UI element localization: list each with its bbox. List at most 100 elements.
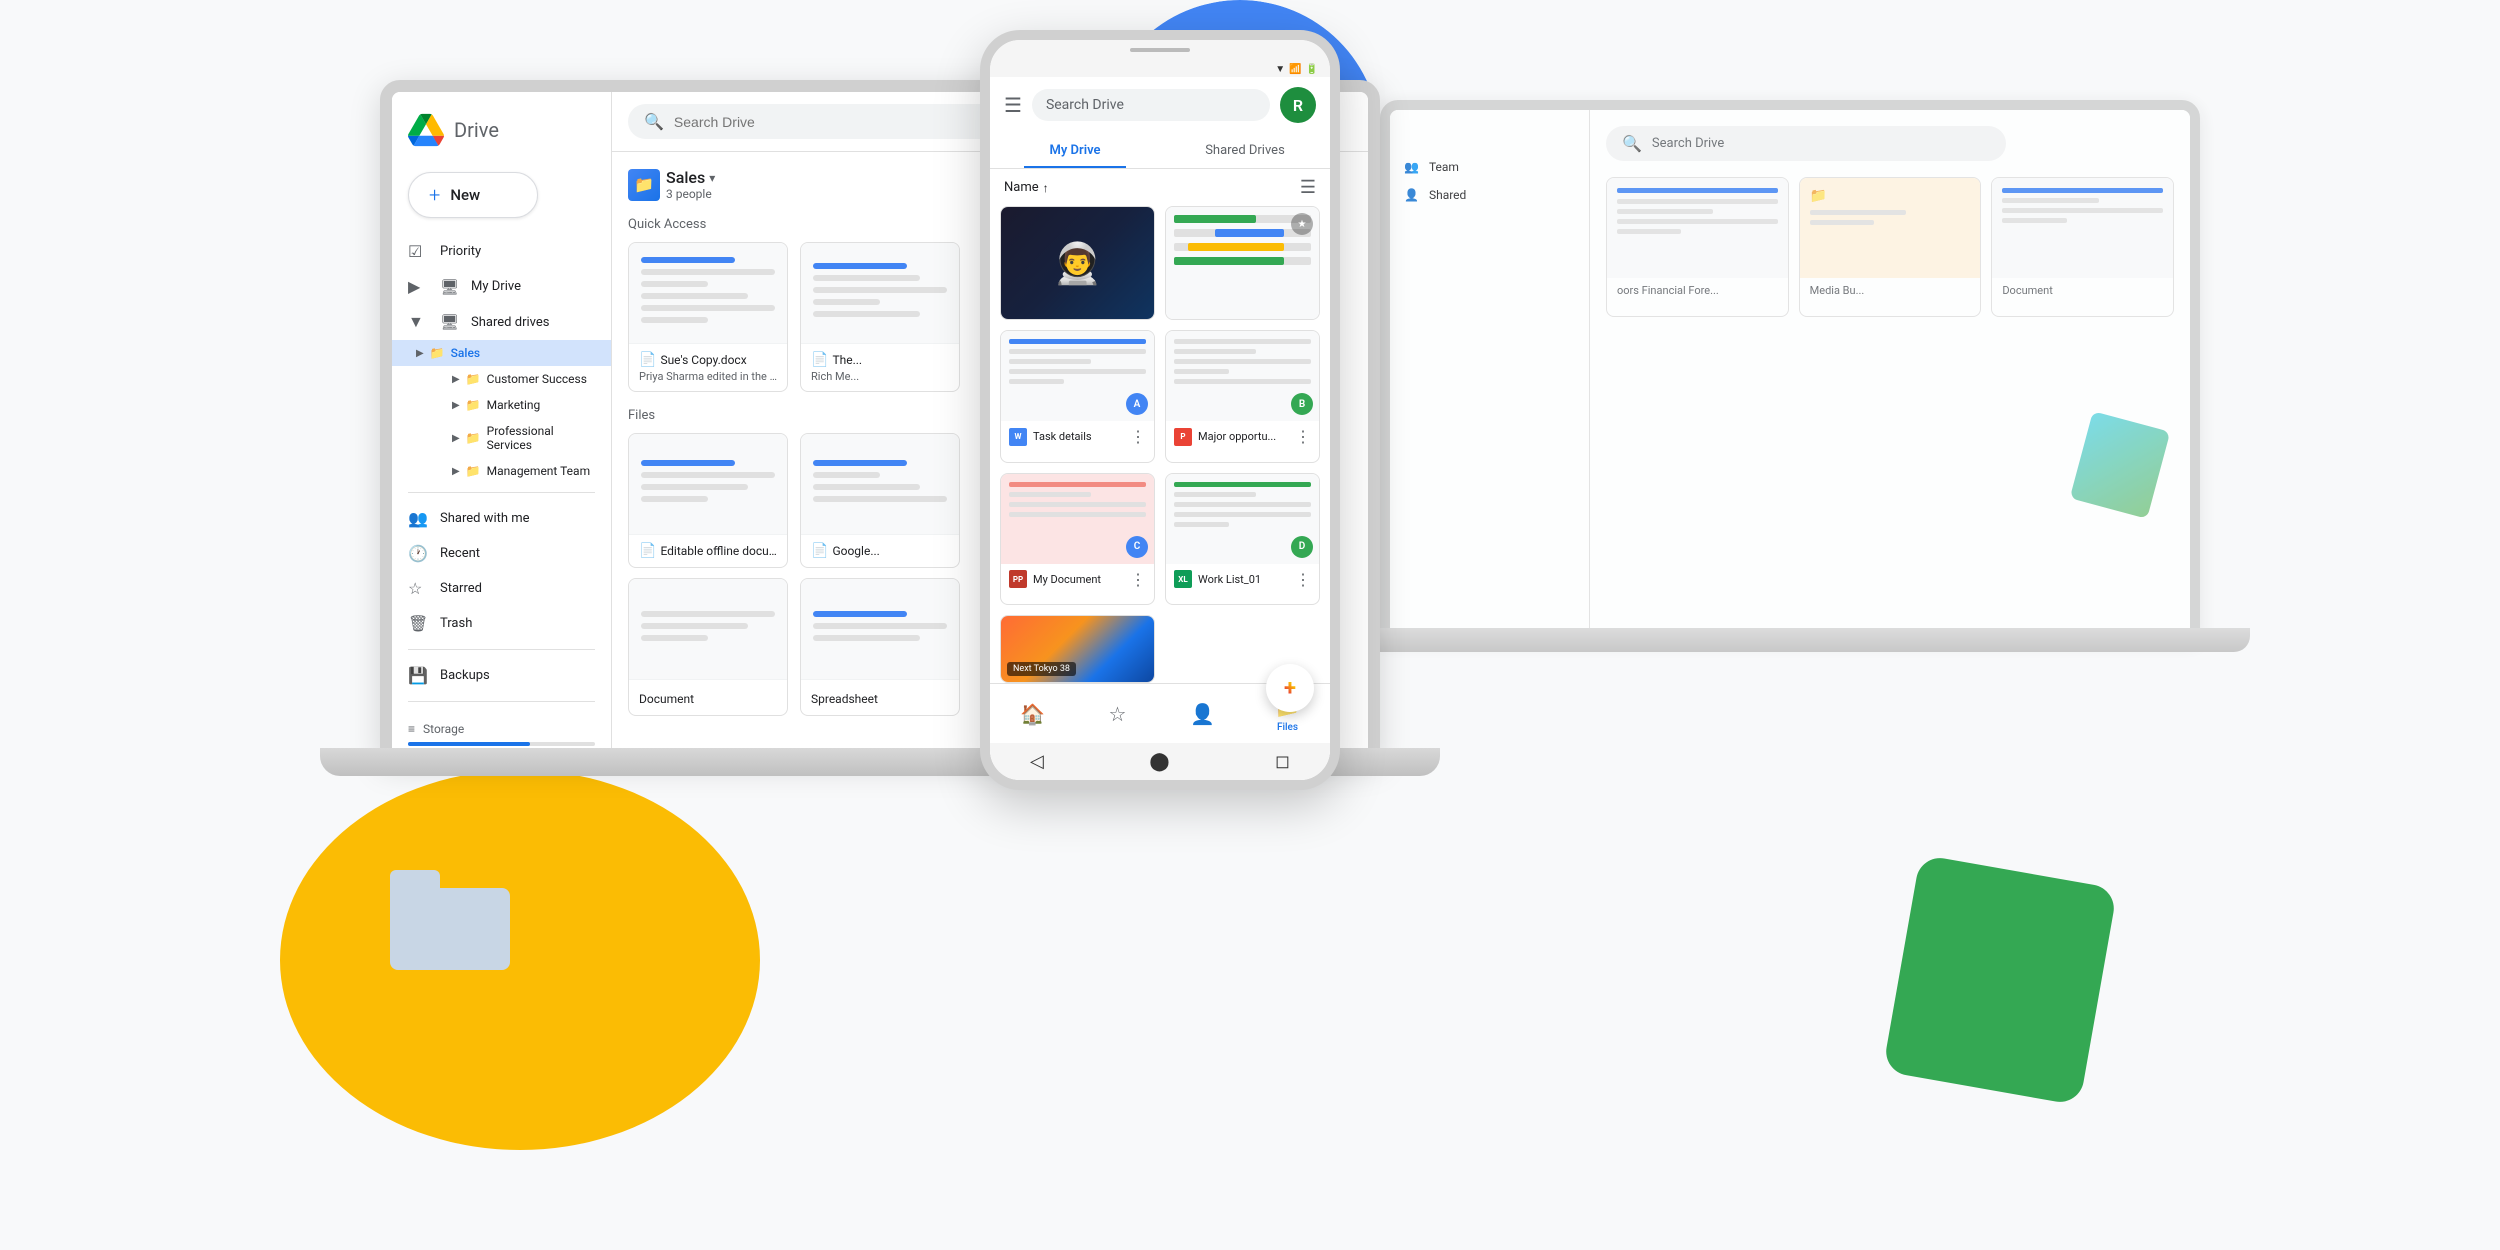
tree-customer-success[interactable]: ▶ 📁 Customer Success xyxy=(428,366,611,392)
sidebar-item-trash[interactable]: 🗑 Trash xyxy=(392,606,595,641)
mobile-file-gantt[interactable]: ★ XL Gantt chart ⋮ xyxy=(1165,206,1320,320)
laptop2-file-3[interactable]: Document xyxy=(1991,177,2174,317)
folder-title-group: Sales ▾ 3 people xyxy=(666,168,715,201)
file-card-google[interactable]: 📄 Google... xyxy=(800,433,960,568)
sort-label[interactable]: Name ↑ xyxy=(1004,180,1049,195)
gantt-star-badge: ★ xyxy=(1291,213,1313,235)
tab-my-drive[interactable]: My Drive xyxy=(990,133,1160,168)
nav-shared[interactable]: 👤 xyxy=(1160,684,1245,743)
work-list-avatar: D xyxy=(1291,536,1313,558)
tree-professional-services[interactable]: ▶ 📁 Professional Services xyxy=(428,418,611,458)
file-google-name: Google... xyxy=(832,544,879,558)
mt-arrow: ▶ xyxy=(452,466,460,477)
mobile-file-work-list[interactable]: D XL Work List_01 ⋮ xyxy=(1165,473,1320,605)
android-back-btn[interactable]: ◁ xyxy=(1030,751,1044,772)
shared-drives-section: ▼ 🖥 Shared drives ▶ 📁 Sales ▶ 📁 xyxy=(392,304,611,484)
sidebar-trash-label: Trash xyxy=(440,616,472,631)
sidebar-item-shared-drives[interactable]: ▼ 🖥 Shared drives xyxy=(392,304,595,340)
new-button-icon: + xyxy=(429,183,440,207)
tree-sales-label: Sales xyxy=(451,346,480,360)
opp-line-5 xyxy=(1174,379,1311,384)
nav-starred[interactable]: ☆ xyxy=(1075,684,1160,743)
tree-marketing[interactable]: ▶ 📁 Marketing xyxy=(428,392,611,418)
my-document-name-row: PP My Document xyxy=(1009,570,1130,588)
tree-mt-label: Management Team xyxy=(487,464,590,478)
mobile-avatar-letter: R xyxy=(1293,96,1303,115)
tab-shared-drives[interactable]: Shared Drives xyxy=(1160,133,1330,168)
tree-management-team[interactable]: ▶ 📁 Management Team xyxy=(428,458,611,484)
mydoc-line-4 xyxy=(1009,512,1146,517)
my-document-more-icon[interactable]: ⋮ xyxy=(1130,570,1146,589)
android-recents-btn[interactable]: ◻ xyxy=(1275,751,1290,772)
mobile-file-task[interactable]: A W Task details ⋮ xyxy=(1000,330,1155,462)
preview-line-3 xyxy=(813,275,920,281)
sidebar-item-my-drive[interactable]: ▶ 🖥 My Drive xyxy=(392,269,595,304)
extra-1-line-3 xyxy=(641,635,708,641)
mobile-search-box[interactable]: Search Drive xyxy=(1032,89,1270,121)
nav-files-label: Files xyxy=(1277,722,1298,733)
work-list-preview: D xyxy=(1166,474,1319,564)
opp-line-2 xyxy=(1174,349,1256,354)
folder-header: 📁 Sales ▾ 3 people xyxy=(628,168,715,201)
sidebar-item-backups[interactable]: 💾 Backups xyxy=(392,658,595,693)
wifi-icon: 📶 xyxy=(1289,64,1301,75)
mobile-avatar[interactable]: R xyxy=(1280,87,1316,123)
laptop2-file-2[interactable]: 📁 Media Bu... xyxy=(1799,177,1982,317)
laptop2-search[interactable]: 🔍 Search Drive xyxy=(1606,126,2006,161)
laptop2-file-3-preview xyxy=(1992,178,2173,278)
tree-item-sales[interactable]: ▶ 📁 Sales xyxy=(392,340,611,366)
sales-sub-items: ▶ 📁 Customer Success ▶ 📁 Marketing ▶ 📁 xyxy=(392,366,611,484)
ps-arrow: ▶ xyxy=(452,433,460,444)
mobile-file-opportunity[interactable]: B P Major opportu... ⋮ xyxy=(1165,330,1320,462)
signal-icon: ▼ xyxy=(1275,64,1285,75)
sidebar-item-priority[interactable]: ☑ Priority xyxy=(392,234,595,269)
gantt-bar-green-2 xyxy=(1174,257,1284,265)
sidebar-item-starred[interactable]: ☆ Starred xyxy=(392,571,595,606)
laptop2-file-3-name: Document xyxy=(1992,278,2173,303)
laptop2-main: 🔍 Search Drive oors Financial Fore... xyxy=(1590,110,2190,630)
sidebar-divider-1 xyxy=(408,492,595,493)
android-home-btn[interactable]: ⬤ xyxy=(1149,751,1169,772)
file-card-sues-copy[interactable]: 📄 Sue's Copy.docx Priya Sharma edited in… xyxy=(628,242,788,392)
mobile-file-my-document[interactable]: C PP My Document ⋮ xyxy=(1000,473,1155,605)
opportunity-more-icon[interactable]: ⋮ xyxy=(1295,427,1311,446)
sidebar-item-recent[interactable]: 🕐 Recent xyxy=(392,536,595,571)
list-view-icon[interactable]: ☰ xyxy=(1300,177,1316,198)
phone-notch-bar xyxy=(1130,48,1190,52)
task-line-2 xyxy=(1009,349,1146,354)
work-list-info: XL Work List_01 ⋮ xyxy=(1166,564,1319,595)
storage-row: ≡ Storage xyxy=(408,722,595,736)
sidebar-item-shared-with-me[interactable]: 👥 Shared with me xyxy=(392,501,595,536)
extra-2-line-3 xyxy=(813,635,920,641)
mobile-tabs: My Drive Shared Drives xyxy=(990,133,1330,169)
file-card-extra-2[interactable]: Spreadsheet xyxy=(800,578,960,716)
new-button-label: New xyxy=(450,186,480,204)
hamburger-icon[interactable]: ☰ xyxy=(1004,93,1022,117)
file-card-the[interactable]: 📄 The... Rich Me... xyxy=(800,242,960,392)
tokyo-preview: Next Tokyo 38 xyxy=(1001,616,1154,682)
cs-icon: 📁 xyxy=(466,372,481,386)
tree-ps-label: Professional Services xyxy=(487,424,595,452)
new-button[interactable]: + New xyxy=(408,172,538,218)
work-list-more-icon[interactable]: ⋮ xyxy=(1295,570,1311,589)
file-card-the-info: 📄 The... Rich Me... xyxy=(801,343,959,391)
mobile-file-astronaut[interactable]: 👨‍🚀 A astronaut.jpg ⋮ xyxy=(1000,206,1155,320)
file-card-sues-meta: Priya Sharma edited in the past year xyxy=(639,370,777,383)
fab-button[interactable]: + xyxy=(1266,664,1314,712)
mydoc-line-1 xyxy=(1009,482,1146,487)
doc-icon-the: 📄 xyxy=(811,352,828,368)
sales-expand-arrow: ▶ xyxy=(416,348,424,359)
mobile-files-grid: 👨‍🚀 A astronaut.jpg ⋮ xyxy=(990,206,1330,683)
mobile-file-tokyo[interactable]: Next Tokyo 38 A Next Tokyo 38 ⋮ xyxy=(1000,615,1155,683)
preview-line-medium xyxy=(641,293,748,299)
opportunity-name-row: P Major opportu... xyxy=(1174,428,1295,446)
google-line-1 xyxy=(813,460,907,466)
task-more-icon[interactable]: ⋮ xyxy=(1130,427,1146,446)
file-card-editable[interactable]: 📄 Editable offline docu... xyxy=(628,433,788,568)
task-name: Task details xyxy=(1033,430,1092,443)
nav-home[interactable]: 🏠 xyxy=(990,684,1075,743)
laptop2-file-1[interactable]: oors Financial Fore... xyxy=(1606,177,1789,317)
shared-drives-expand-icon: ▼ xyxy=(408,312,428,332)
file-card-extra-1[interactable]: Document xyxy=(628,578,788,716)
marketing-arrow: ▶ xyxy=(452,400,460,411)
